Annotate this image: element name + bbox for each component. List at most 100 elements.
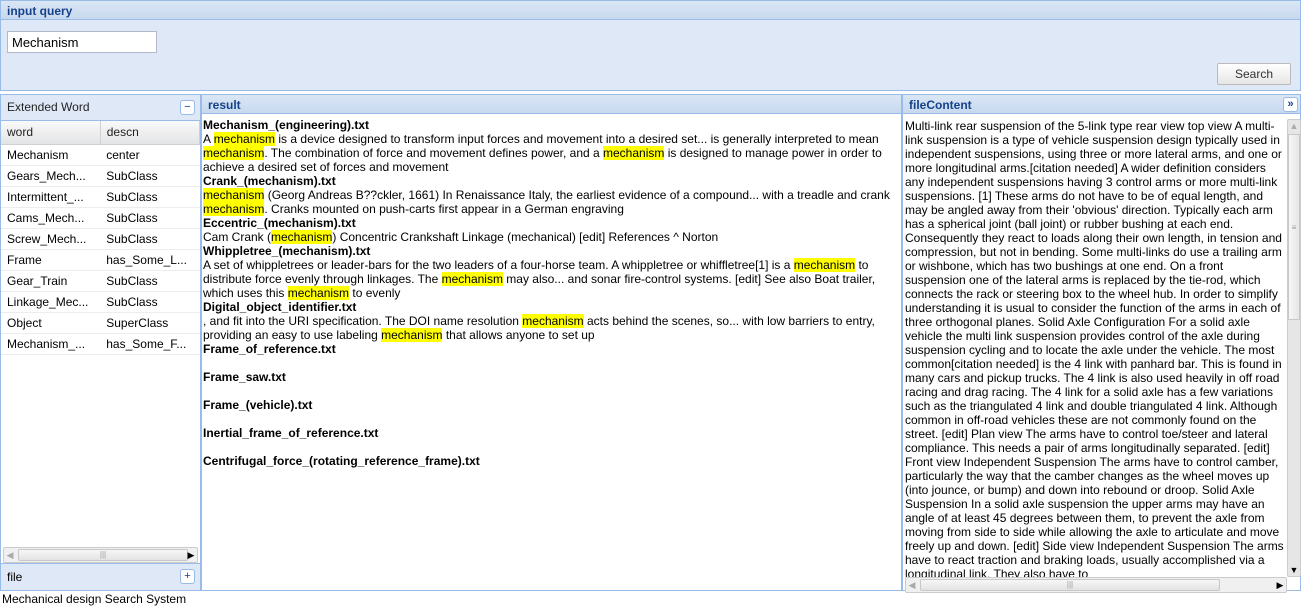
word-cell: Frame [1, 249, 101, 271]
table-row[interactable]: Gear_Train SubClass [1, 270, 200, 292]
descn-cell: SubClass [100, 291, 200, 313]
table-row[interactable]: Mechanism center [1, 144, 200, 166]
scroll-left-icon[interactable]: ◀ [906, 578, 918, 592]
table-row[interactable]: Frame has_Some_L... [1, 249, 200, 271]
result-panel: result Mechanism_(engineering).txt A mech… [201, 94, 902, 591]
snippet-text: A [203, 132, 214, 146]
word-cell: Linkage_Mec... [1, 291, 101, 313]
word-cell: Screw_Mech... [1, 228, 101, 250]
input-query-panel: input query Search [0, 0, 1301, 91]
result-title[interactable]: Mechanism_(engineering).txt [203, 118, 900, 132]
search-button[interactable]: Search [1217, 63, 1291, 85]
table-row[interactable]: Gears_Mech... SubClass [1, 165, 200, 187]
result-title[interactable]: Frame_of_reference.txt [203, 342, 900, 356]
vertical-scrollbar[interactable]: ▲ ≡ ▼ [1287, 119, 1301, 577]
word-cell: Mechanism [1, 144, 101, 166]
horizontal-scrollbar[interactable]: ◀ ||| ▶ [3, 547, 198, 563]
scroll-thumb[interactable]: ||| [920, 579, 1220, 591]
highlighted-term: mechanism [271, 230, 333, 244]
scroll-up-icon[interactable]: ▲ [1288, 120, 1300, 132]
table-row[interactable]: Object SuperClass [1, 312, 200, 334]
snippet-text: A set of whippletrees or leader-bars for… [203, 258, 794, 272]
query-input[interactable] [7, 31, 157, 53]
word-cell: Object [1, 312, 101, 334]
result-snippet [203, 384, 900, 398]
highlighted-term: mechanism [203, 188, 265, 202]
table-row[interactable]: Screw_Mech... SubClass [1, 228, 200, 250]
scroll-left-icon[interactable]: ◀ [4, 548, 16, 562]
highlighted-term: mechanism [287, 286, 350, 300]
status-bar: Mechanical design Search System [2, 592, 187, 606]
descn-cell: SubClass [100, 165, 200, 187]
scroll-thumb[interactable]: ≡ [1288, 134, 1300, 320]
scroll-right-icon[interactable]: ▶ [185, 548, 197, 562]
highlighted-term: mechanism [213, 132, 276, 146]
column-header-word[interactable]: word [1, 121, 101, 145]
scroll-right-icon[interactable]: ▶ [1274, 578, 1286, 592]
result-snippet [203, 440, 900, 454]
descn-cell: SuperClass [100, 312, 200, 334]
result-list: Mechanism_(engineering).txt A mechanism i… [202, 114, 901, 486]
panel-title: Extended Word [7, 100, 90, 114]
result-snippet: A set of whippletrees or leader-bars for… [203, 258, 900, 300]
file-panel[interactable]: file + [1, 563, 200, 590]
descn-cell: has_Some_F... [100, 333, 200, 355]
result-title[interactable]: Inertial_frame_of_reference.txt [203, 426, 900, 440]
result-title[interactable]: Eccentric_(mechanism).txt [203, 216, 900, 230]
result-title[interactable]: Frame_(vehicle).txt [203, 398, 900, 412]
column-header-descn[interactable]: descn [100, 121, 201, 145]
descn-cell: SubClass [100, 186, 200, 208]
result-title[interactable]: Digital_object_identifier.txt [203, 300, 900, 314]
extended-word-table: word descn Mechanism center Gears_Mech... S… [1, 121, 201, 355]
result-title[interactable]: Whippletree_(mechanism).txt [203, 244, 900, 258]
word-cell: Intermittent_... [1, 186, 101, 208]
file-content-text: Multi-link rear suspension of the 5-link… [905, 119, 1284, 577]
highlighted-term: mechanism [603, 146, 665, 160]
highlighted-term: mechanism [381, 328, 443, 342]
snippet-text: . The combination of force and movement … [264, 146, 604, 160]
result-snippet: Cam Crank (mechanism) Concentric Cranksh… [203, 230, 900, 244]
result-snippet [203, 412, 900, 426]
word-cell: Gears_Mech... [1, 165, 101, 187]
result-snippet: A mechanism is a device designed to tran… [203, 132, 900, 174]
result-snippet [203, 468, 900, 482]
table-row[interactable]: Linkage_Mec... SubClass [1, 291, 200, 313]
word-cell: Gear_Train [1, 270, 101, 292]
highlighted-term: mechanism [203, 202, 265, 216]
result-title[interactable]: Frame_saw.txt [203, 370, 900, 384]
panel-title: result [202, 95, 901, 114]
table-row[interactable]: Intermittent_... SubClass [1, 186, 200, 208]
scroll-thumb[interactable]: ||| [18, 549, 188, 561]
result-title[interactable]: Centrifugal_force_(rotating_reference_fr… [203, 454, 900, 468]
table-row[interactable]: Cams_Mech... SubClass [1, 207, 200, 229]
file-content-panel: fileContent » Multi-link rear suspension… [902, 94, 1301, 593]
snippet-text: to evenly [349, 286, 401, 300]
result-title[interactable]: Crank_(mechanism).txt [203, 174, 900, 188]
result-snippet [203, 356, 900, 370]
highlighted-term: mechanism [522, 314, 584, 328]
double-chevron-right-icon[interactable]: » [1283, 97, 1298, 112]
word-cell: Mechanism_... [1, 333, 101, 355]
panel-title: fileContent [909, 98, 972, 112]
table-row[interactable]: Mechanism_... has_Some_F... [1, 333, 200, 355]
snippet-text: , and fit into the URI specification. Th… [203, 314, 523, 328]
snippet-text: (Georg Andreas B??ckler, 1661) In Renais… [264, 188, 890, 202]
result-snippet: , and fit into the URI specification. Th… [203, 314, 900, 342]
result-snippet: mechanism (Georg Andreas B??ckler, 1661)… [203, 188, 900, 216]
scroll-down-icon[interactable]: ▼ [1288, 564, 1300, 576]
snippet-text: is a device designed to transform input … [275, 132, 879, 146]
extended-word-panel: Extended Word − word descn Mechanism cent… [0, 94, 201, 591]
highlighted-term: mechanism [441, 272, 503, 286]
minus-icon[interactable]: − [180, 100, 195, 115]
snippet-text: Cam Crank ( [203, 230, 272, 244]
snippet-text: . Cranks mounted on push-carts first app… [264, 202, 624, 216]
word-cell: Cams_Mech... [1, 207, 101, 229]
descn-cell: center [100, 144, 200, 166]
snippet-text: that allows anyone to set up [442, 328, 595, 342]
horizontal-scrollbar[interactable]: ◀ ||| ▶ [905, 577, 1287, 593]
descn-cell: SubClass [100, 228, 200, 250]
plus-icon[interactable]: + [180, 569, 195, 584]
panel-title: input query [1, 1, 1300, 20]
descn-cell: SubClass [100, 270, 200, 292]
highlighted-term: mechanism [793, 258, 856, 272]
